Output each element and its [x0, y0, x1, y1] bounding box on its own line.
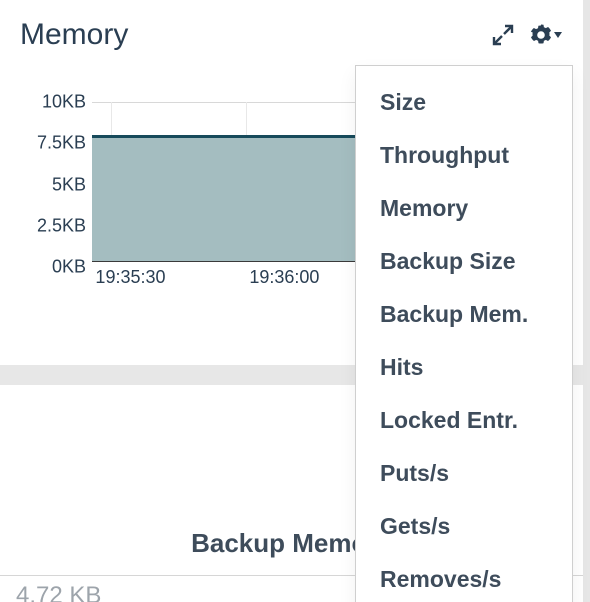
chart-y-axis: 10KB 7.5KB 5KB 2.5KB 0KB — [0, 102, 92, 267]
y-tick: 0KB — [52, 257, 86, 278]
settings-gear-icon[interactable] — [529, 23, 563, 47]
memory-panel: Memory — [0, 0, 590, 602]
menu-item-hits[interactable]: Hits — [356, 341, 572, 394]
x-tick: 19:36:00 — [249, 267, 319, 288]
menu-item-memory[interactable]: Memory — [356, 182, 572, 235]
expand-icon[interactable] — [491, 23, 515, 47]
y-tick: 7.5KB — [37, 133, 86, 154]
y-tick: 5KB — [52, 174, 86, 195]
menu-item-backup-mem[interactable]: Backup Mem. — [356, 288, 572, 341]
menu-item-locked-entr[interactable]: Locked Entr. — [356, 394, 572, 447]
y-tick: 10KB — [42, 92, 86, 113]
menu-item-throughput[interactable]: Throughput — [356, 129, 572, 182]
menu-item-puts[interactable]: Puts/s — [356, 447, 572, 500]
menu-item-removes[interactable]: Removes/s — [356, 553, 572, 602]
x-tick: 19:35:30 — [95, 267, 165, 288]
header-actions — [491, 23, 563, 47]
panel-header: Memory — [0, 0, 583, 62]
metric-menu: Size Throughput Memory Backup Size Backu… — [355, 65, 573, 602]
y-tick: 2.5KB — [37, 215, 86, 236]
panel-title: Memory — [20, 18, 128, 52]
menu-item-backup-size[interactable]: Backup Size — [356, 235, 572, 288]
menu-item-gets[interactable]: Gets/s — [356, 500, 572, 553]
menu-item-size[interactable]: Size — [356, 76, 572, 129]
